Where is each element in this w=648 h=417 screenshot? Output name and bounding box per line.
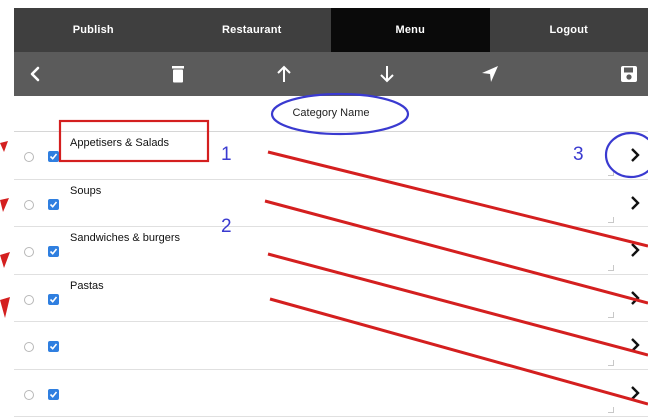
annotation-arrowhead bbox=[0, 198, 9, 212]
save-icon[interactable] bbox=[612, 52, 646, 96]
checkbox[interactable] bbox=[48, 198, 59, 210]
resize-grip-icon bbox=[608, 169, 614, 176]
radio-button[interactable] bbox=[24, 389, 34, 400]
category-name[interactable]: Pastas bbox=[70, 280, 104, 292]
arrow-up-icon[interactable] bbox=[267, 52, 301, 96]
tab-restaurant[interactable]: Restaurant bbox=[173, 8, 332, 52]
toolbar bbox=[14, 52, 648, 96]
tab-publish[interactable]: Publish bbox=[14, 8, 173, 52]
chevron-right-icon[interactable] bbox=[628, 336, 642, 354]
resize-grip-icon bbox=[608, 312, 614, 318]
annotation-number-2: 2 bbox=[221, 216, 232, 237]
back-chevron-icon[interactable] bbox=[18, 52, 52, 96]
category-row[interactable]: Pastas bbox=[14, 274, 648, 322]
trash-icon[interactable] bbox=[161, 52, 195, 96]
send-icon[interactable] bbox=[473, 52, 507, 96]
annotation-arrowhead bbox=[0, 141, 8, 152]
annotation-arrowhead bbox=[0, 297, 10, 318]
annotation-number-1: 1 bbox=[221, 144, 232, 165]
category-name[interactable]: Soups bbox=[70, 185, 101, 197]
category-row[interactable] bbox=[14, 369, 648, 417]
annotation-arrowhead bbox=[0, 252, 10, 268]
category-header: Category Name bbox=[14, 96, 648, 132]
category-name[interactable]: Appetisers & Salads bbox=[70, 137, 169, 149]
category-name-header: Category Name bbox=[292, 107, 370, 119]
category-row[interactable]: Appetisers & Salads bbox=[14, 132, 648, 180]
radio-button[interactable] bbox=[24, 152, 34, 162]
resize-grip-icon bbox=[608, 359, 614, 366]
chevron-right-icon[interactable] bbox=[628, 194, 642, 212]
radio-button[interactable] bbox=[24, 199, 34, 210]
checkbox[interactable] bbox=[48, 246, 59, 257]
arrow-down-icon[interactable] bbox=[370, 52, 404, 96]
chevron-right-icon[interactable] bbox=[628, 146, 642, 164]
category-list: Appetisers & Salads Soups Sandwiches & b… bbox=[14, 132, 648, 417]
radio-button[interactable] bbox=[24, 247, 34, 257]
checkbox[interactable] bbox=[48, 151, 59, 162]
chevron-right-icon[interactable] bbox=[628, 384, 642, 402]
radio-button[interactable] bbox=[24, 294, 34, 305]
checkbox[interactable] bbox=[48, 388, 59, 400]
chevron-right-icon[interactable] bbox=[628, 241, 642, 259]
category-row[interactable]: Soups bbox=[14, 179, 648, 227]
radio-button[interactable] bbox=[24, 342, 34, 352]
category-name[interactable]: Sandwiches & burgers bbox=[70, 232, 180, 244]
resize-grip-icon bbox=[608, 264, 614, 271]
category-row[interactable] bbox=[14, 322, 648, 370]
annotation-number-3: 3 bbox=[573, 144, 584, 165]
resize-grip-icon bbox=[608, 217, 614, 223]
tab-menu[interactable]: Menu bbox=[331, 8, 490, 52]
chevron-right-icon[interactable] bbox=[628, 289, 642, 307]
category-row[interactable]: Sandwiches & burgers bbox=[14, 227, 648, 275]
checkbox[interactable] bbox=[48, 293, 59, 305]
tab-logout[interactable]: Logout bbox=[490, 8, 648, 52]
resize-grip-icon bbox=[608, 407, 614, 413]
top-nav: Publish Restaurant Menu Logout bbox=[14, 8, 648, 52]
checkbox[interactable] bbox=[48, 341, 59, 352]
